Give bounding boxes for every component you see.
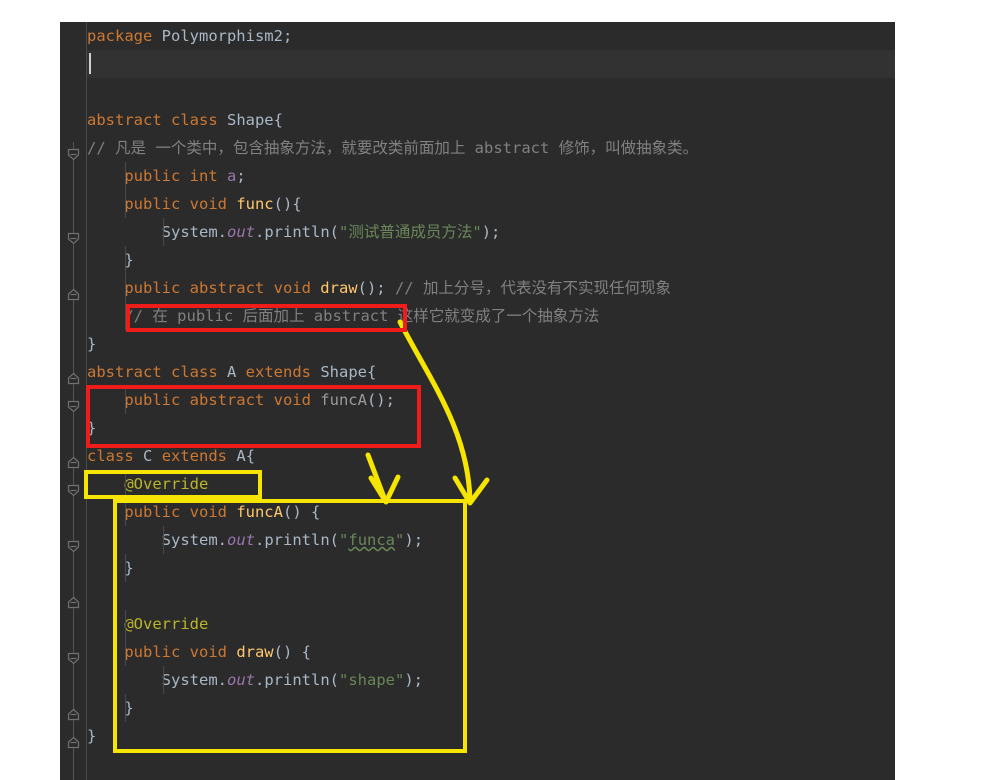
code-line[interactable]: } [87, 330, 895, 358]
yellow-box-class-c-header [84, 470, 262, 499]
fold-collapse-icon[interactable] [67, 400, 80, 413]
fold-collapse-icon[interactable] [67, 652, 80, 665]
code-token: abstract class [87, 363, 227, 381]
code-token: public void [124, 195, 237, 213]
code-token: (); [357, 279, 386, 297]
code-token: package [87, 27, 162, 45]
fold-collapse-icon[interactable] [67, 232, 80, 245]
fold-expand-icon[interactable] [67, 456, 80, 469]
code-token: ( [329, 223, 340, 241]
code-token: . [255, 223, 265, 241]
code-token: Shape [320, 363, 367, 381]
code-token: } [87, 251, 134, 269]
editor-gutter[interactable] [60, 22, 87, 780]
fold-expand-icon[interactable] [67, 596, 80, 609]
code-token: "测试普通成员方法" [339, 223, 482, 241]
code-token: Polymorphism2 [161, 27, 283, 45]
code-token: ); [481, 223, 501, 241]
code-line[interactable]: System.out.println("测试普通成员方法"); [87, 218, 895, 246]
fold-expand-icon[interactable] [67, 288, 80, 301]
yellow-box-class-c-body [113, 499, 467, 753]
code-token: abstract class [87, 111, 227, 129]
code-token: public int [124, 167, 227, 185]
code-token: // 加上分号，代表没有不实现任何现象 [385, 279, 671, 297]
code-token: Shape [226, 111, 274, 129]
indent-guide [125, 190, 127, 218]
code-token: C [143, 447, 153, 465]
indent-guide [162, 218, 164, 246]
code-token: public abstract void [124, 279, 321, 297]
fold-expand-icon[interactable] [67, 372, 80, 385]
code-line[interactable]: public int a; [87, 162, 895, 190]
code-token: // 凡是 一个类中，包含抽象方法，就要改类前面加上 abstract 修饰，叫… [87, 139, 699, 157]
code-token: (){ [273, 195, 302, 213]
code-line[interactable]: abstract class Shape{ [87, 106, 895, 134]
indent-guide [125, 246, 127, 274]
code-token: func [236, 195, 274, 213]
code-token: class [87, 447, 143, 465]
code-token: . [217, 223, 227, 241]
fold-collapse-icon[interactable] [67, 540, 80, 553]
code-token: out [227, 223, 255, 241]
code-line[interactable] [87, 50, 895, 78]
code-line[interactable] [87, 78, 895, 106]
code-line[interactable]: } [87, 246, 895, 274]
code-token: { [367, 363, 377, 381]
code-token: a [226, 167, 237, 185]
code-token: println [264, 223, 330, 241]
red-box-draw-declaration [126, 304, 407, 332]
code-line[interactable]: abstract class A extends Shape{ [87, 358, 895, 386]
code-token: draw [320, 279, 358, 297]
code-token: System [161, 223, 218, 241]
code-line[interactable]: public void func(){ [87, 190, 895, 218]
code-token: ; [282, 27, 293, 45]
code-token: { [273, 111, 283, 129]
code-line[interactable]: // 凡是 一个类中，包含抽象方法，就要改类前面加上 abstract 修饰，叫… [87, 134, 895, 162]
code-token: extends [161, 447, 237, 465]
fold-expand-icon[interactable] [67, 708, 80, 721]
code-token: { [245, 447, 256, 465]
fold-expand-icon[interactable] [67, 736, 80, 749]
code-token: } [87, 335, 97, 353]
code-token: extends [245, 363, 321, 381]
screenshot-root: package Polymorphism2; abstract class Sha… [0, 0, 981, 780]
code-token: A [236, 447, 246, 465]
fold-collapse-icon[interactable] [67, 148, 80, 161]
code-line[interactable]: public abstract void draw(); // 加上分号，代表没… [87, 274, 895, 302]
code-token: ; [236, 167, 246, 185]
indent-guide [125, 274, 127, 302]
fold-collapse-icon[interactable] [67, 484, 80, 497]
code-token: } [87, 727, 97, 745]
code-token: A [226, 363, 237, 381]
indent-guide [125, 162, 127, 190]
code-line[interactable]: package Polymorphism2; [87, 22, 895, 50]
red-box-abstract-class-a [86, 385, 421, 448]
